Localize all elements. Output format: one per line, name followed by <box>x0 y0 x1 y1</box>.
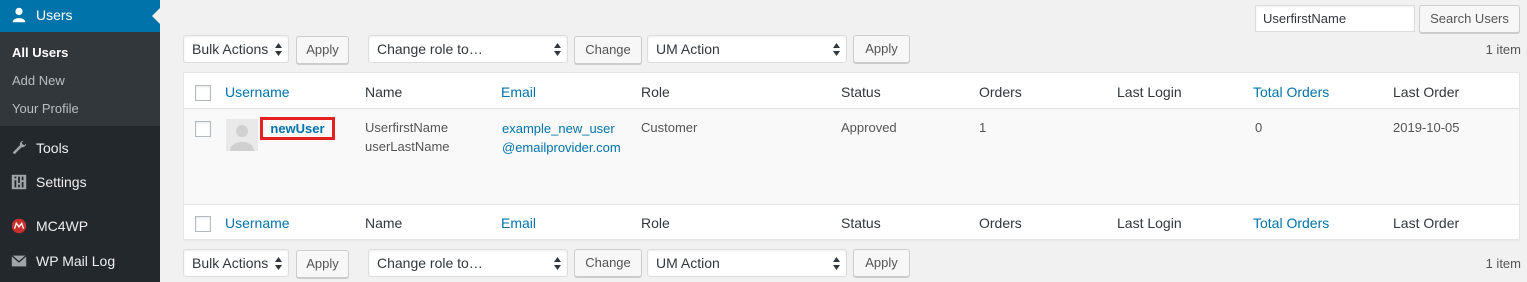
change-role-value: Change role to… <box>377 41 483 57</box>
table-footer: Username Name Email Role Status Orders L… <box>184 204 1519 240</box>
apply-button-top-1[interactable]: Apply <box>296 36 349 64</box>
submenu-add-new[interactable]: Add New <box>12 73 65 88</box>
change-button-top[interactable]: Change <box>574 36 642 64</box>
first-name: UserfirstName <box>365 120 449 135</box>
menu-settings[interactable]: Settings <box>0 165 160 199</box>
user-icon <box>12 7 26 23</box>
menu-mc4wp-label: MC4WP <box>36 218 89 234</box>
column-orders-footer: Orders <box>979 215 1022 231</box>
menu-wp-mail-log-label: WP Mail Log <box>36 253 116 269</box>
column-role: Role <box>641 84 670 100</box>
role-value: Customer <box>641 120 698 135</box>
menu-settings-label: Settings <box>36 174 87 190</box>
table-header: Username Name Email Role Status Orders L… <box>184 73 1519 109</box>
column-email[interactable]: Email <box>501 84 536 100</box>
column-last-login: Last Login <box>1117 84 1182 100</box>
column-orders: Orders <box>979 84 1022 100</box>
change-role-select-top[interactable]: Change role to… <box>368 35 568 63</box>
menu-users[interactable]: Users <box>0 0 160 32</box>
bulk-actions-select-top[interactable]: Bulk Actions <box>183 35 289 63</box>
select-arrows-icon <box>275 257 282 270</box>
users-table: Username Name Email Role Status Orders L… <box>183 72 1520 240</box>
item-count-top: 1 item <box>1485 42 1521 57</box>
admin-sidebar: Users All Users Add New Your Profile Too… <box>0 0 160 282</box>
row-checkbox[interactable] <box>195 121 211 137</box>
settings-icon <box>11 174 27 190</box>
column-last-login-footer: Last Login <box>1117 215 1182 231</box>
select-all-checkbox-footer[interactable] <box>195 216 211 232</box>
item-count-bottom: 1 item <box>1485 256 1521 271</box>
submenu-all-users[interactable]: All Users <box>12 45 68 60</box>
select-arrows-icon <box>554 43 561 56</box>
um-action-select-bottom[interactable]: UM Action <box>647 249 847 277</box>
column-name-footer: Name <box>365 215 403 231</box>
bulk-actions-value: Bulk Actions <box>192 255 269 271</box>
avatar <box>226 119 258 151</box>
change-button-bottom[interactable]: Change <box>574 249 642 277</box>
last-order-value: 2019-10-05 <box>1393 120 1460 135</box>
menu-tools[interactable]: Tools <box>0 131 160 165</box>
total-orders-value: 0 <box>1255 120 1263 135</box>
column-name: Name <box>365 84 403 100</box>
select-arrows-icon <box>833 257 840 270</box>
last-name: userLastName <box>365 139 450 154</box>
select-all-checkbox[interactable] <box>195 85 211 101</box>
change-role-value: Change role to… <box>377 255 483 271</box>
mc4wp-icon <box>11 218 27 234</box>
wrench-icon <box>12 140 27 155</box>
change-role-select-bottom[interactable]: Change role to… <box>368 249 568 277</box>
menu-tools-label: Tools <box>36 140 69 156</box>
column-total-orders-footer[interactable]: Total Orders <box>1253 215 1329 231</box>
search-input[interactable]: UserfirstName <box>1255 5 1415 32</box>
default-avatar-icon <box>230 125 254 151</box>
menu-mc4wp[interactable]: MC4WP <box>0 209 160 243</box>
column-status: Status <box>841 84 881 100</box>
um-action-value: UM Action <box>656 255 720 271</box>
current-menu-arrow <box>152 8 160 24</box>
email-link[interactable]: example_new_user@emailprovider.com <box>502 119 627 157</box>
apply-button-bottom-2[interactable]: Apply <box>853 249 910 277</box>
apply-button-top-2[interactable]: Apply <box>853 35 910 63</box>
mail-icon <box>11 255 27 267</box>
menu-wp-mail-log[interactable]: WP Mail Log <box>0 244 160 278</box>
um-action-select-top[interactable]: UM Action <box>647 35 847 63</box>
column-role-footer: Role <box>641 215 670 231</box>
users-submenu: All Users Add New Your Profile <box>0 32 160 126</box>
select-arrows-icon <box>833 43 840 56</box>
orders-value: 1 <box>979 120 987 135</box>
search-users-button[interactable]: Search Users <box>1419 5 1520 33</box>
um-action-value: UM Action <box>656 41 720 57</box>
apply-button-bottom-1[interactable]: Apply <box>296 250 349 278</box>
column-username-footer[interactable]: Username <box>225 215 290 231</box>
bulk-actions-select-bottom[interactable]: Bulk Actions <box>183 249 289 277</box>
menu-users-label: Users <box>36 7 73 23</box>
table-row: newUser UserfirstName userLastName examp… <box>184 109 1519 204</box>
submenu-your-profile[interactable]: Your Profile <box>12 101 79 116</box>
status-value: Approved <box>841 120 897 135</box>
column-last-order-footer: Last Order <box>1393 215 1460 231</box>
bulk-actions-value: Bulk Actions <box>192 41 269 57</box>
column-status-footer: Status <box>841 215 881 231</box>
username-link[interactable]: newUser <box>260 117 335 140</box>
column-total-orders[interactable]: Total Orders <box>1253 84 1329 100</box>
column-email-footer[interactable]: Email <box>501 215 536 231</box>
select-arrows-icon <box>275 43 282 56</box>
select-arrows-icon <box>554 257 561 270</box>
column-username[interactable]: Username <box>225 84 290 100</box>
column-last-order: Last Order <box>1393 84 1460 100</box>
